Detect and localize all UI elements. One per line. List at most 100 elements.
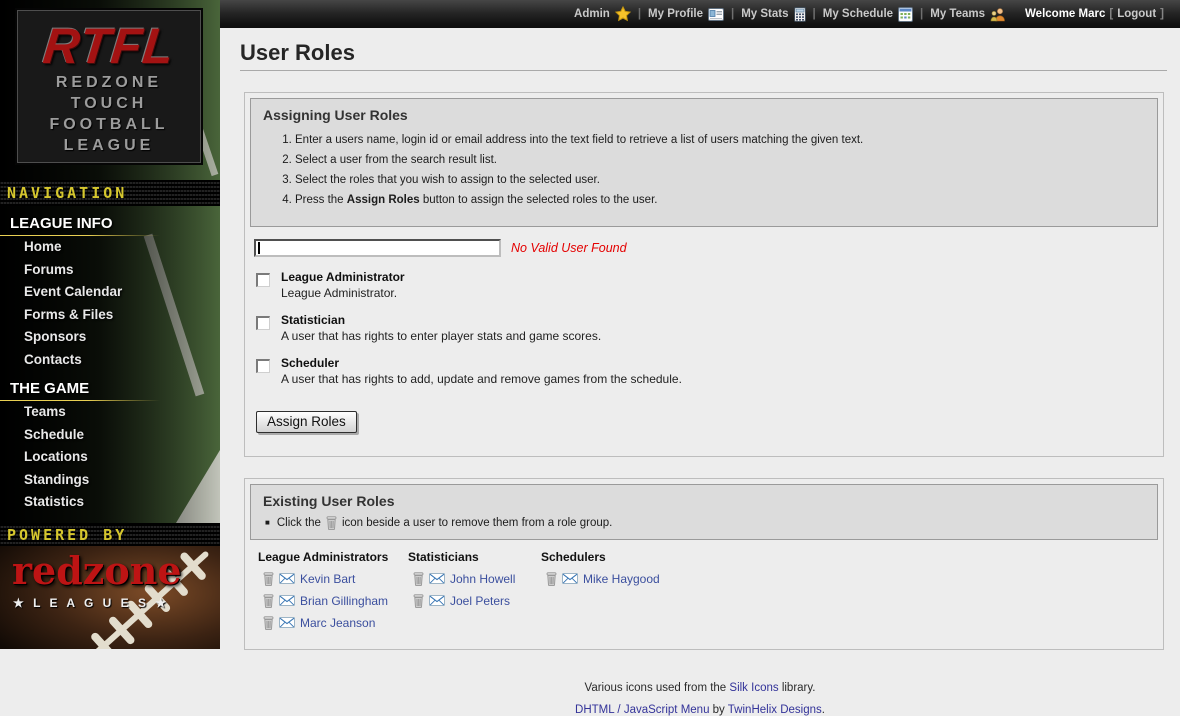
group-league-administrators: League Administrators Kevin Bart Brian G… — [258, 550, 408, 630]
redzone-leagues-logo: redzone ★ L E A G U E S ★ — [0, 546, 220, 649]
main-content: User Roles Assigning User Roles Enter a … — [220, 28, 1180, 649]
group-title: Statisticians — [408, 550, 541, 564]
member-row: Marc Jeanson — [263, 616, 408, 630]
scheduler-checkbox[interactable] — [256, 359, 270, 373]
group-schedulers: Schedulers Mike Haygood — [541, 550, 660, 630]
topbar-item-my-teams[interactable]: My Teams — [930, 7, 1005, 22]
existing-roles-groups: League Administrators Kevin Bart Brian G… — [250, 540, 1158, 644]
email-user-icon[interactable] — [429, 573, 445, 584]
role-name: League Administrator — [281, 270, 405, 284]
member-name-link[interactable]: John Howell — [450, 572, 515, 586]
statistician-checkbox[interactable] — [256, 316, 270, 330]
group-statisticians: Statisticians John Howell Joel Peters — [408, 550, 541, 630]
topbar-item-admin[interactable]: Admin — [574, 6, 631, 22]
instruction-step: Enter a users name, login id or email ad… — [295, 133, 1145, 148]
sidebar-item-contacts[interactable]: Contacts — [10, 349, 220, 372]
role-option-league-administrator: League Administrator League Administrato… — [254, 270, 1154, 300]
nav-section-league-info: LEAGUE INFO — [10, 215, 220, 236]
topbar-separator: | — [638, 8, 641, 20]
top-bar: Admin | My Profile | My Stats | My Sched… — [220, 0, 1180, 28]
user-search-input[interactable] — [254, 239, 501, 257]
member-name-link[interactable]: Kevin Bart — [300, 572, 355, 586]
redzone-brand-sub: ★ L E A G U E S ★ — [13, 596, 169, 610]
sidebar-navigation: LEAGUE INFO Home Forums Event Calendar F… — [0, 206, 220, 522]
member-row: Joel Peters — [413, 594, 541, 608]
sidebar-item-sponsors[interactable]: Sponsors — [10, 326, 220, 349]
assign-instructions-panel: Assigning User Roles Enter a users name,… — [250, 98, 1158, 227]
rtfl-logo: RTFL REDZONE TOUCH FOOTBALL LEAGUE — [17, 10, 201, 163]
sidebar-item-forms-files[interactable]: Forms & Files — [10, 304, 220, 327]
title-divider — [240, 70, 1167, 71]
assign-instructions-list: Enter a users name, login id or email ad… — [263, 133, 1145, 208]
sidebar: RTFL REDZONE TOUCH FOOTBALL LEAGUE NAVIG… — [0, 0, 220, 649]
email-user-icon[interactable] — [279, 617, 295, 628]
trash-bin-icon — [326, 516, 337, 530]
sidebar-item-locations[interactable]: Locations — [10, 446, 220, 469]
redzone-brand-name: redzone — [12, 548, 182, 593]
sidebar-item-home[interactable]: Home — [10, 236, 220, 259]
role-description: League Administrator. — [281, 286, 405, 300]
topbar-separator: | — [920, 8, 923, 20]
sidebar-item-teams[interactable]: Teams — [10, 401, 220, 424]
remove-user-bin-icon[interactable] — [546, 572, 557, 586]
logout-bracket: [ — [1109, 8, 1113, 20]
topbar-separator: | — [813, 8, 816, 20]
square-bullet: ■ — [265, 518, 270, 527]
assign-roles-button[interactable]: Assign Roles — [256, 411, 357, 433]
text-caret — [258, 242, 260, 254]
topbar-separator: | — [731, 8, 734, 20]
role-name: Statistician — [281, 313, 601, 327]
sidebar-item-event-calendar[interactable]: Event Calendar — [10, 281, 220, 304]
remove-user-bin-icon[interactable] — [413, 572, 424, 586]
role-option-scheduler: Scheduler A user that has rights to add,… — [254, 356, 1154, 386]
role-description: A user that has rights to add, update an… — [281, 372, 682, 386]
page-footer: Various icons used from the Silk Icons l… — [220, 682, 1180, 716]
sidebar-item-forums[interactable]: Forums — [10, 259, 220, 282]
member-row: John Howell — [413, 572, 541, 586]
rtfl-logo-line: LEAGUE — [18, 135, 200, 156]
instruction-step: Press the Assign Roles button to assign … — [295, 193, 1145, 208]
email-user-icon[interactable] — [279, 595, 295, 606]
assign-section-heading: Assigning User Roles — [263, 107, 1145, 123]
role-option-statistician: Statistician A user that has rights to e… — [254, 313, 1154, 343]
instruction-step: Select the roles that you wish to assign… — [295, 173, 1145, 188]
topbar-item-my-schedule[interactable]: My Schedule — [823, 7, 913, 22]
email-user-icon[interactable] — [279, 573, 295, 584]
member-name-link[interactable]: Joel Peters — [450, 594, 510, 608]
page-title: User Roles — [240, 40, 1180, 66]
twinhelix-link[interactable]: TwinHelix Designs — [728, 704, 822, 716]
role-name: Scheduler — [281, 356, 682, 370]
topbar-item-my-stats[interactable]: My Stats — [741, 7, 805, 22]
dhtml-menu-link[interactable]: DHTML / JavaScript Menu — [575, 704, 709, 716]
calculator-icon — [794, 7, 806, 22]
member-name-link[interactable]: Brian Gillingham — [300, 594, 388, 608]
logout-link[interactable]: Logout — [1117, 8, 1156, 20]
silk-icons-link[interactable]: Silk Icons — [729, 682, 778, 694]
remove-role-note: ■ Click the icon beside a user to remove… — [265, 516, 1145, 530]
member-name-link[interactable]: Marc Jeanson — [300, 616, 375, 630]
remove-user-bin-icon[interactable] — [263, 616, 274, 630]
group-title: Schedulers — [541, 550, 660, 564]
league-administrator-checkbox[interactable] — [256, 273, 270, 287]
calendar-icon — [898, 7, 913, 22]
powered-by-marquee: POWERED BY — [0, 523, 220, 546]
email-user-icon[interactable] — [429, 595, 445, 606]
remove-user-bin-icon[interactable] — [413, 594, 424, 608]
vcard-icon — [708, 8, 724, 21]
topbar-item-my-profile[interactable]: My Profile — [648, 8, 724, 21]
group-title: League Administrators — [258, 550, 408, 564]
member-name-link[interactable]: Mike Haygood — [583, 572, 660, 586]
rtfl-logo-line: TOUCH — [18, 93, 200, 114]
member-row: Kevin Bart — [263, 572, 408, 586]
email-user-icon[interactable] — [562, 573, 578, 584]
nav-section-the-game: THE GAME — [10, 380, 220, 401]
sidebar-item-schedule[interactable]: Schedule — [10, 424, 220, 447]
sidebar-item-statistics[interactable]: Statistics — [10, 491, 220, 514]
footer-credit-icons: Various icons used from the Silk Icons l… — [220, 682, 1180, 694]
member-row: Mike Haygood — [546, 572, 660, 586]
sidebar-item-standings[interactable]: Standings — [10, 469, 220, 492]
existing-section-heading: Existing User Roles — [263, 493, 1145, 509]
remove-user-bin-icon[interactable] — [263, 594, 274, 608]
remove-user-bin-icon[interactable] — [263, 572, 274, 586]
role-description: A user that has rights to enter player s… — [281, 329, 601, 343]
